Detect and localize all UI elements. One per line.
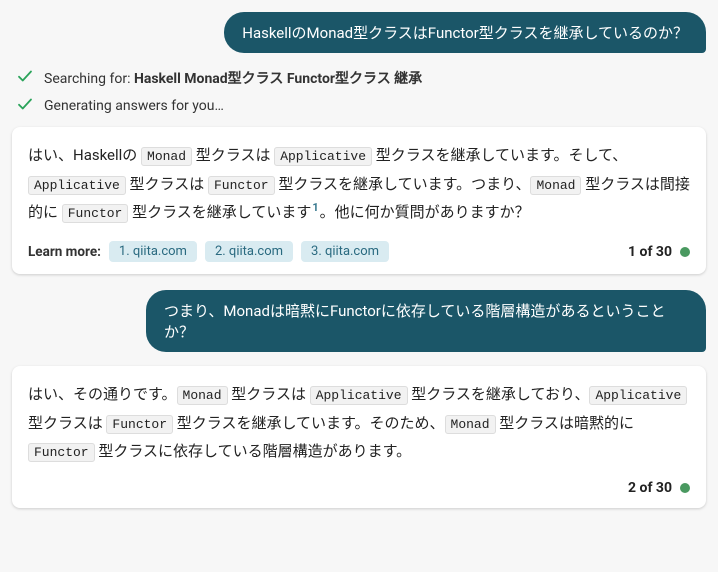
user-message-bubble: HaskellのMonad型クラスはFunctor型クラスを継承しているのか？ [224,12,706,53]
user-message-text: HaskellのMonad型クラスはFunctor型クラスを継承しているのか？ [242,24,688,42]
counter-text: 1 of 30 [628,244,672,260]
counter-text: 2 of 30 [628,480,672,496]
text-segment: 型クラスを継承しています。そして、 [372,146,627,164]
code-token: Monad [530,176,581,195]
searching-query: Haskell Monad型クラス Functor型クラス 継承 [134,71,422,87]
status-generating: Generating answers for you… [16,95,706,117]
status-generating-text: Generating answers for you… [44,98,224,114]
code-token: Functor [62,204,129,223]
turn-counter: 2 of 30 [628,480,690,496]
text-segment: 型クラスに依存している階層構造があります。 [95,442,411,460]
learn-more-label: Learn more: [28,244,101,260]
text-segment: 型クラスを継承しています。そのため、 [173,414,444,432]
source-chip[interactable]: 2. qiita.com [205,241,293,262]
text-segment: 。他に何か質問がありますか？ [320,203,530,221]
code-token: Monad [445,415,496,434]
text-segment: 型クラスは [126,175,208,193]
bot-response-card: はい、Haskellの Monad 型クラスは Applicative 型クラス… [12,127,706,274]
text-segment: 型クラスを継承しており、 [408,385,590,403]
user-message-row: HaskellのMonad型クラスはFunctor型クラスを継承しているのか？ [12,12,706,53]
text-segment: 型クラスは [28,414,106,432]
text-segment: はい、Haskellの [28,146,141,164]
counter-dot-icon [680,483,690,493]
check-icon [16,95,34,117]
text-segment: 型クラスは [192,146,274,164]
searching-prefix: Searching for: [44,71,134,87]
code-token: Applicative [28,176,126,195]
citation-marker[interactable]: 1 [312,201,318,214]
user-message-text: つまり、Monadは暗黙にFunctorに依存している階層構造があるということか… [164,302,665,341]
card-footer: 2 of 30 [28,480,690,496]
learn-more-row: Learn more: 1. qiita.com 2. qiita.com 3.… [28,241,389,262]
text-segment: 型クラスを継承しています。つまり、 [275,175,531,193]
code-token: Applicative [274,147,372,166]
text-segment: はい、その通りです。 [28,385,177,403]
turn-counter: 1 of 30 [628,244,690,260]
bot-response-card: はい、その通りです。Monad 型クラスは Applicative 型クラスを継… [12,366,706,508]
source-chip[interactable]: 1. qiita.com [109,241,197,262]
code-token: Monad [141,147,192,166]
user-message-row: つまり、Monadは暗黙にFunctorに依存している階層構造があるということか… [12,290,706,352]
status-searching-text: Searching for: Haskell Monad型クラス Functor… [44,68,422,88]
source-chip[interactable]: 3. qiita.com [301,241,389,262]
status-searching: Searching for: Haskell Monad型クラス Functor… [16,67,706,89]
bot-response-body: はい、その通りです。Monad 型クラスは Applicative 型クラスを継… [28,380,690,466]
counter-dot-icon [680,247,690,257]
card-footer: Learn more: 1. qiita.com 2. qiita.com 3.… [28,241,690,262]
code-token: Functor [106,415,173,434]
bot-response-body: はい、Haskellの Monad 型クラスは Applicative 型クラス… [28,141,690,227]
check-icon [16,67,34,89]
text-segment: 型クラスを継承しています [128,203,311,221]
code-token: Functor [208,176,275,195]
code-token: Applicative [310,386,408,405]
code-token: Applicative [589,386,687,405]
code-token: Monad [177,386,228,405]
user-message-bubble: つまり、Monadは暗黙にFunctorに依存している階層構造があるということか… [146,290,706,352]
text-segment: 型クラスは暗黙的に [496,414,634,432]
code-token: Functor [28,443,95,462]
text-segment: 型クラスは [228,385,310,403]
